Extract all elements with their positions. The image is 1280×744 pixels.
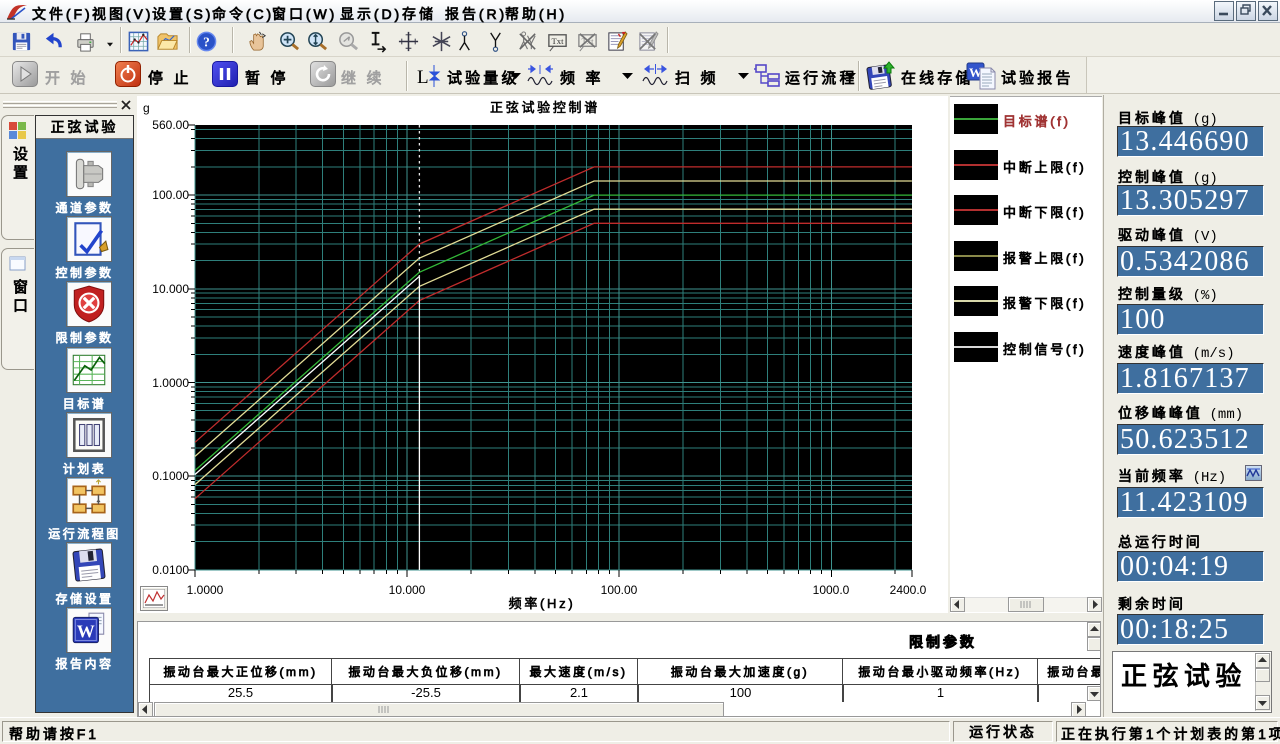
svg-text:0.0100: 0.0100 [152,563,189,577]
svg-text:100.00: 100.00 [152,188,189,202]
svg-text:频率(Hz): 频率(Hz) [509,596,576,611]
svg-text:2400.0: 2400.0 [890,583,927,597]
svg-text:560.00: 560.00 [152,118,189,132]
svg-text:10.000: 10.000 [152,282,189,296]
svg-text:100.00: 100.00 [601,583,638,597]
svg-text:Txt: Txt [552,36,565,46]
svg-text:正弦试验控制谱: 正弦试验控制谱 [490,100,600,115]
svg-text:1.0000: 1.0000 [152,376,189,390]
svg-text:W: W [77,621,95,641]
svg-text:g: g [143,101,150,115]
svg-text:10.000: 10.000 [389,583,426,597]
svg-text:?: ? [203,34,210,49]
svg-text:1.0000: 1.0000 [187,583,224,597]
svg-text:L: L [417,67,429,88]
svg-text:0.1000: 0.1000 [152,469,189,483]
svg-text:1000.0: 1000.0 [813,583,850,597]
